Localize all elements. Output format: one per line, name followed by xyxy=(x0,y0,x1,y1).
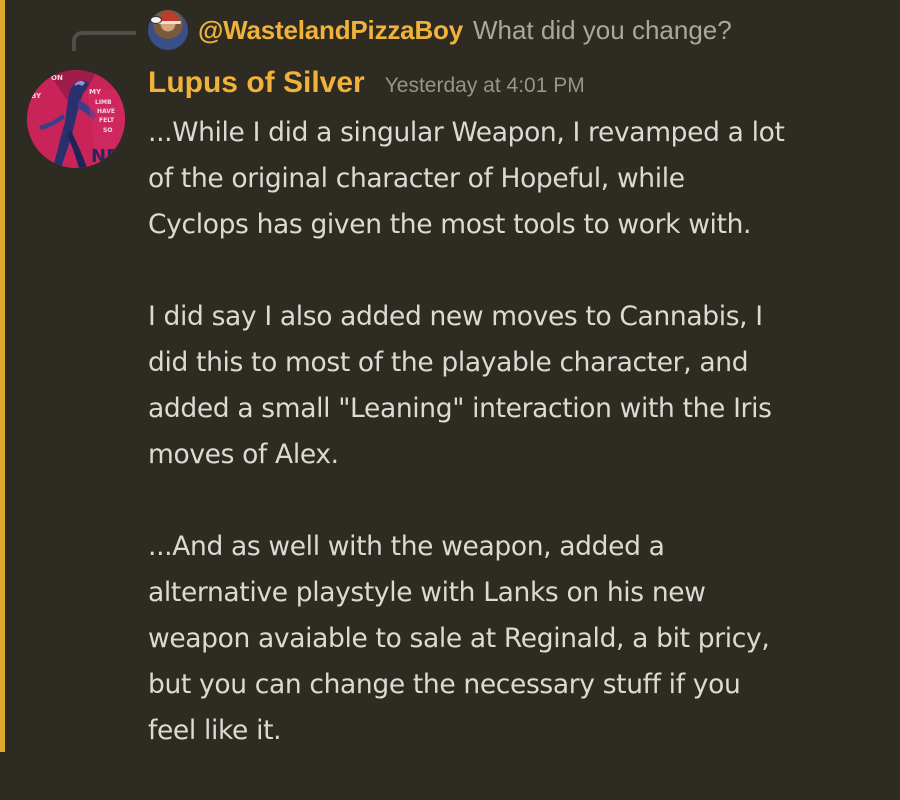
message-timestamp[interactable]: Yesterday at 4:01 PM xyxy=(385,74,585,98)
message-line: added a small "Leaning" interaction with… xyxy=(148,393,772,424)
message-content: ...While I did a singular Weapon, I reva… xyxy=(148,110,883,800)
message-line: weapon avaiable to sale at Reginald, a b… xyxy=(148,623,770,654)
message-paragraph-1: ...While I did a singular Weapon, I reva… xyxy=(148,110,883,248)
author-username[interactable]: Lupus of Silver xyxy=(148,66,365,100)
message-line: did this to most of the playable charact… xyxy=(148,347,749,378)
message-paragraph-2: I did say I also added new moves to Cann… xyxy=(148,294,883,478)
avatar-lettering-by: BY xyxy=(31,92,42,100)
reply-username[interactable]: @WastelandPizzaBoy xyxy=(198,15,463,46)
speech-bubble-icon xyxy=(150,16,162,24)
message-line: feel like it. xyxy=(148,715,282,746)
avatar-lettering-have: HAVE xyxy=(97,108,115,115)
message-line: Cyclops has given the most tools to work… xyxy=(148,209,752,240)
pizza-delivery-avatar-icon[interactable] xyxy=(148,10,188,50)
message-line: but you can change the necessary stuff i… xyxy=(148,669,741,700)
message-line: of the original character of Hopeful, wh… xyxy=(148,163,685,194)
reply-connector-line xyxy=(72,31,136,51)
avatar-lettering-so: SO xyxy=(103,127,112,134)
message-line: I did say I also added new moves to Cann… xyxy=(148,301,763,332)
avatar-lettering-my: MY xyxy=(89,88,102,96)
avatar-artwork: MY LIMB HAVE FELT SO BY ON NE xyxy=(27,70,125,168)
avatar-lettering-limb: LIMB xyxy=(95,99,112,106)
avatar-lettering-ne: NE xyxy=(91,146,118,167)
avatar-lettering-felt: FELT xyxy=(99,117,115,124)
reply-reference[interactable]: @WastelandPizzaBoy What did you change? xyxy=(148,8,732,52)
message-line: moves of Alex. xyxy=(148,439,339,470)
reply-preview-text[interactable]: What did you change? xyxy=(473,15,732,46)
avatar-lettering-on: ON xyxy=(51,74,63,82)
message-paragraph-3: ...And as well with the weapon, added a … xyxy=(148,524,883,754)
message-header: Lupus of Silver Yesterday at 4:01 PM xyxy=(148,66,585,106)
mention-highlight-bar xyxy=(0,0,5,752)
message-line: ...While I did a singular Weapon, I reva… xyxy=(148,117,785,148)
message-line: ...And as well with the weapon, added a xyxy=(148,531,665,562)
message-line: alternative playstyle with Lanks on his … xyxy=(148,577,706,608)
silver-wolf-avatar-icon[interactable]: MY LIMB HAVE FELT SO BY ON NE xyxy=(27,70,125,168)
